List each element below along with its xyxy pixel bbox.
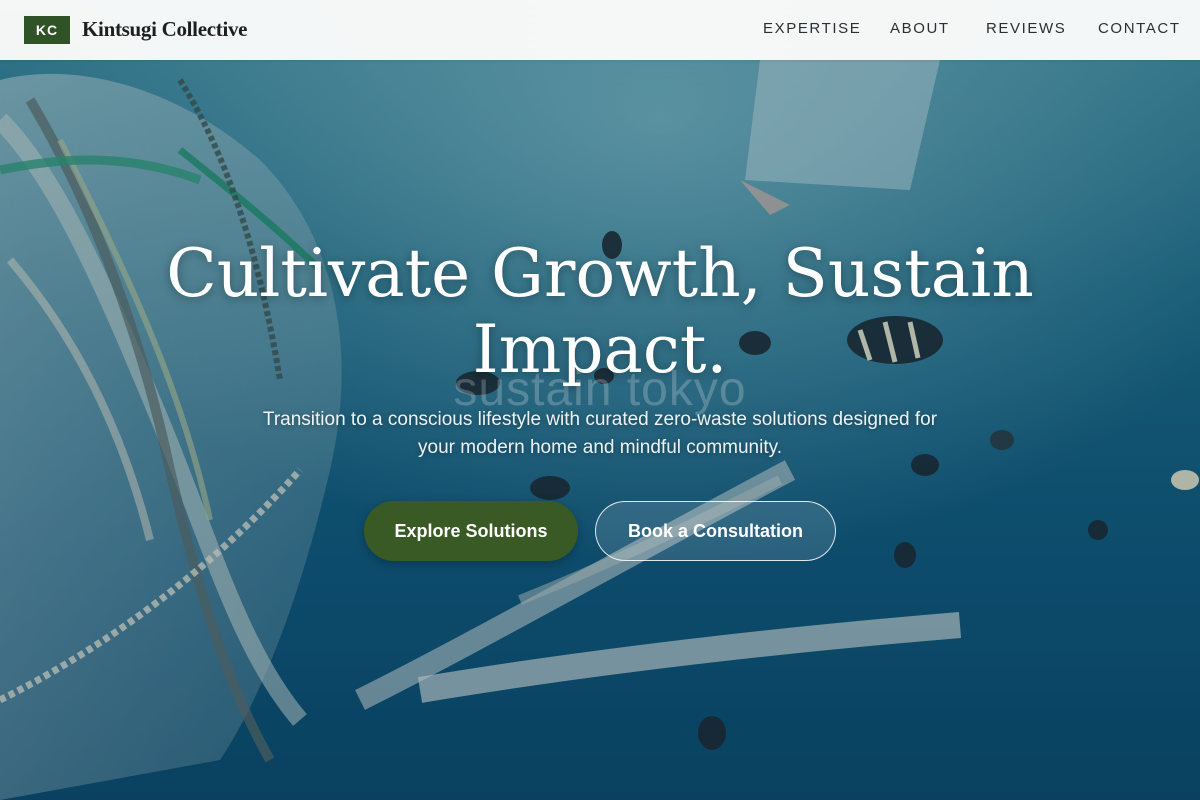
nav-link-contact[interactable]: CONTACT [1098,20,1181,37]
nav-link-reviews[interactable]: REVIEWS [986,20,1066,37]
nav-link-expertise[interactable]: EXPERTISE [763,20,861,37]
hero-subtitle: Transition to a conscious lifestyle with… [262,409,938,458]
explore-solutions-button[interactable]: Explore Solutions [364,501,578,561]
site-header: KC Kintsugi Collective EXPERTISE ABOUT R… [0,0,1200,60]
logo-badge[interactable]: KC [24,16,70,44]
hero-title: Cultivate Growth, Sustain Impact. [166,235,1034,388]
brand-name[interactable]: Kintsugi Collective [82,17,248,42]
book-consultation-button[interactable]: Book a Consultation [595,501,836,561]
nav-link-about[interactable]: ABOUT [890,20,950,37]
